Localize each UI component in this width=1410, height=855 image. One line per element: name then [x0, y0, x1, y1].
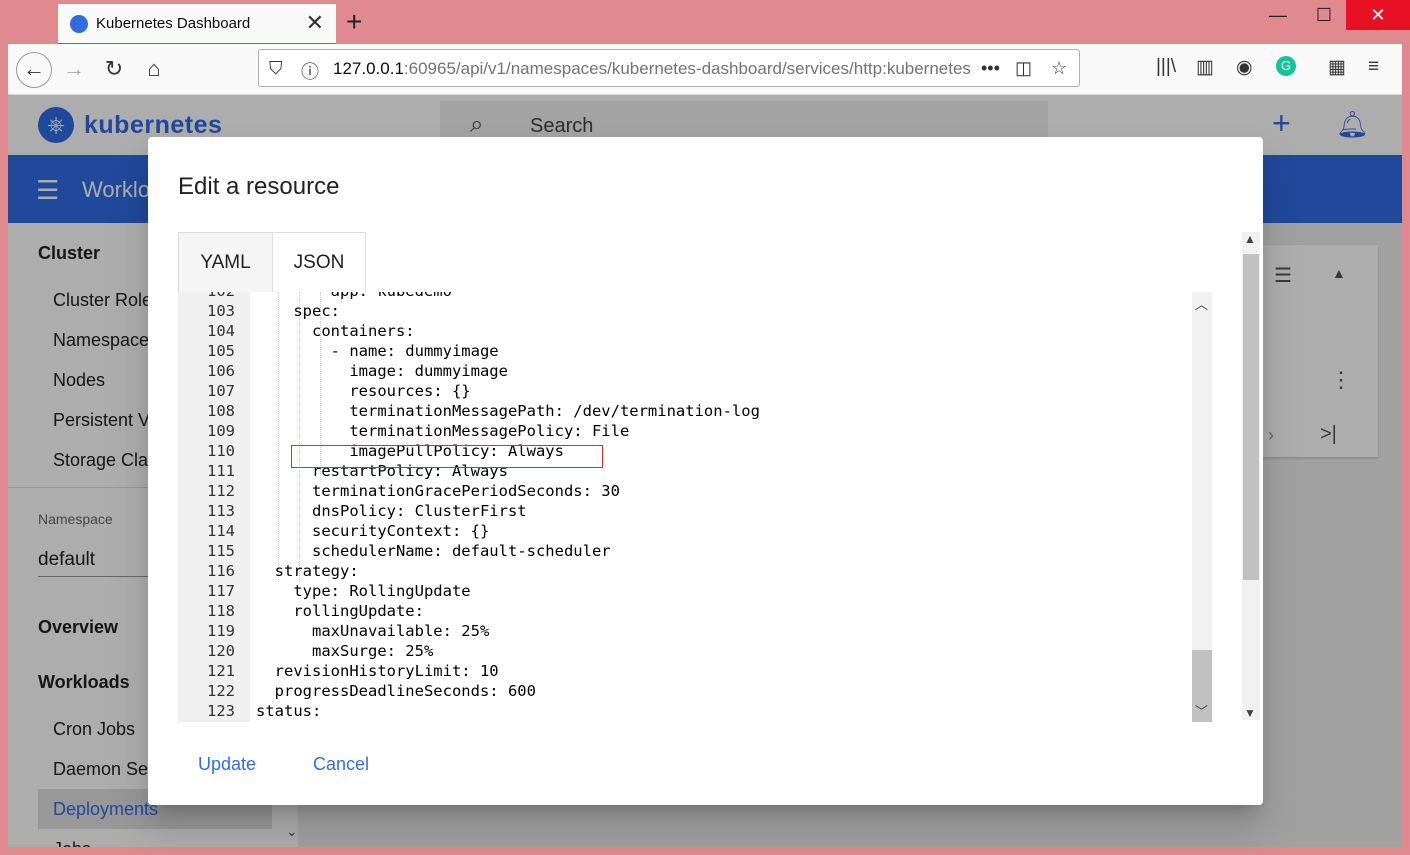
code-text[interactable]: terminationMessagePath: /dev/termination…: [256, 402, 760, 420]
browser-tab[interactable]: Kubernetes Dashboard ✕: [58, 4, 336, 44]
line-number: 118: [207, 602, 235, 620]
back-button[interactable]: ←: [16, 52, 52, 88]
dialog-scroll-down-icon[interactable]: ▼: [1244, 706, 1256, 720]
code-text[interactable]: terminationGracePeriodSeconds: 30: [256, 482, 620, 500]
sidebar-toggle-icon[interactable]: ▥: [1196, 56, 1214, 79]
cancel-button[interactable]: Cancel: [313, 754, 369, 775]
bookmark-star-icon[interactable]: ☆: [1051, 58, 1067, 79]
browser-tab-bar: Kubernetes Dashboard ✕ + — ☐ ✕: [0, 0, 1410, 44]
line-number: 109: [207, 422, 235, 440]
line-number: 106: [207, 362, 235, 380]
line-number: 121: [207, 662, 235, 680]
kubernetes-favicon-icon: [70, 15, 88, 33]
library-icon[interactable]: |||\: [1156, 56, 1176, 78]
url-host: 127.0.0.1: [333, 59, 404, 78]
line-number: 114: [207, 522, 235, 540]
url-path: :60965/api/v1/namespaces/kubernetes-dash…: [403, 59, 971, 78]
code-text[interactable]: strategy:: [256, 562, 359, 580]
browser-toolbar: ← → ↻ ⌂ ⛉ ⓘ 127.0.0.1:60965/api/v1/names…: [8, 44, 1402, 95]
line-number: 112: [207, 482, 235, 500]
code-text[interactable]: rollingUpdate:: [256, 602, 424, 620]
grammarly-icon[interactable]: G: [1276, 56, 1296, 76]
window-close-button[interactable]: ✕: [1346, 0, 1410, 30]
tab-yaml[interactable]: YAML: [179, 233, 273, 293]
tab-json[interactable]: JSON: [273, 233, 365, 293]
url-text[interactable]: 127.0.0.1:60965/api/v1/namespaces/kubern…: [333, 59, 973, 79]
forward-button[interactable]: →: [58, 56, 90, 82]
account-icon[interactable]: ◉: [1236, 56, 1253, 79]
new-tab-button[interactable]: +: [346, 6, 362, 38]
code-text[interactable]: status:: [256, 702, 321, 720]
maximize-button[interactable]: ☐: [1302, 0, 1346, 30]
line-number: 117: [207, 582, 235, 600]
home-icon: ⌂: [147, 56, 161, 81]
line-number: 110: [207, 442, 235, 460]
format-tabs: YAML JSON: [178, 232, 366, 293]
code-text[interactable]: containers:: [256, 322, 415, 340]
line-number: 111: [207, 462, 235, 480]
line-number: 105: [207, 342, 235, 360]
dialog-scroll-thumb[interactable]: [1243, 254, 1259, 580]
dialog-scroll-up-icon[interactable]: ▲: [1244, 232, 1256, 246]
code-text[interactable]: resources: {}: [256, 382, 470, 400]
tab-title: Kubernetes Dashboard: [96, 15, 251, 32]
edit-resource-dialog: Edit a resource YAML JSON 102 app: kubed…: [148, 137, 1263, 805]
line-number: 104: [207, 322, 235, 340]
line-number: 115: [207, 542, 235, 560]
line-number: 120: [207, 642, 235, 660]
line-number: 103: [207, 302, 235, 320]
page-actions-icon[interactable]: •••: [981, 58, 1000, 79]
code-text[interactable]: revisionHistoryLimit: 10: [256, 662, 499, 680]
line-number: 116: [207, 562, 235, 580]
minimize-button[interactable]: —: [1256, 0, 1300, 30]
line-number: 123: [207, 702, 235, 720]
pocket-icon[interactable]: ◫: [1015, 58, 1032, 79]
code-text[interactable]: schedulerName: default-scheduler: [256, 542, 611, 560]
editor-scroll-up-icon[interactable]: ︿: [1195, 294, 1208, 313]
code-text[interactable]: - name: dummyimage: [256, 342, 499, 360]
back-arrow-icon: ←: [23, 56, 45, 81]
forward-arrow-icon: →: [63, 56, 85, 81]
line-number: 107: [207, 382, 235, 400]
tab-close-icon[interactable]: ✕: [306, 10, 324, 36]
code-text[interactable]: type: RollingUpdate: [256, 582, 470, 600]
code-text[interactable]: terminationMessagePolicy: File: [256, 422, 629, 440]
url-bar[interactable]: ⛉ ⓘ 127.0.0.1:60965/api/v1/namespaces/ku…: [258, 49, 1080, 87]
line-number: 122: [207, 682, 235, 700]
code-text[interactable]: progressDeadlineSeconds: 600: [256, 682, 536, 700]
shield-icon[interactable]: ⛉: [269, 58, 283, 79]
code-editor[interactable]: 102 app: kubedemo 103 spec: 104 containers…: [178, 292, 1212, 722]
home-button[interactable]: ⌂: [138, 56, 170, 82]
code-text[interactable]: securityContext: {}: [256, 522, 489, 540]
reload-icon: ↻: [104, 56, 124, 81]
highlight-box: [291, 445, 603, 468]
line-number: 102: [178, 292, 235, 300]
editor-scroll-down-icon[interactable]: ﹀: [1195, 701, 1208, 720]
code-text[interactable]: spec:: [256, 302, 340, 320]
update-button[interactable]: Update: [198, 754, 256, 775]
editor-scrollbar[interactable]: ︿ ﹀: [1192, 292, 1212, 722]
extensions-icon[interactable]: ▦: [1328, 56, 1346, 79]
line-number: 108: [207, 402, 235, 420]
dialog-title: Edit a resource: [178, 173, 340, 200]
line-number: 113: [207, 502, 235, 520]
menu-icon[interactable]: ≡: [1368, 56, 1379, 78]
code-text[interactable]: maxSurge: 25%: [256, 642, 433, 660]
code-text[interactable]: image: dummyimage: [256, 362, 508, 380]
code-text[interactable]: dnsPolicy: ClusterFirst: [256, 502, 527, 520]
dialog-scrollbar[interactable]: ▲ ▼: [1242, 232, 1260, 720]
line-number: 119: [207, 622, 235, 640]
reload-button[interactable]: ↻: [98, 56, 130, 82]
code-text[interactable]: maxUnavailable: 25%: [256, 622, 489, 640]
code-text[interactable]: app: kubedemo: [256, 292, 452, 300]
info-icon[interactable]: ⓘ: [301, 58, 319, 84]
